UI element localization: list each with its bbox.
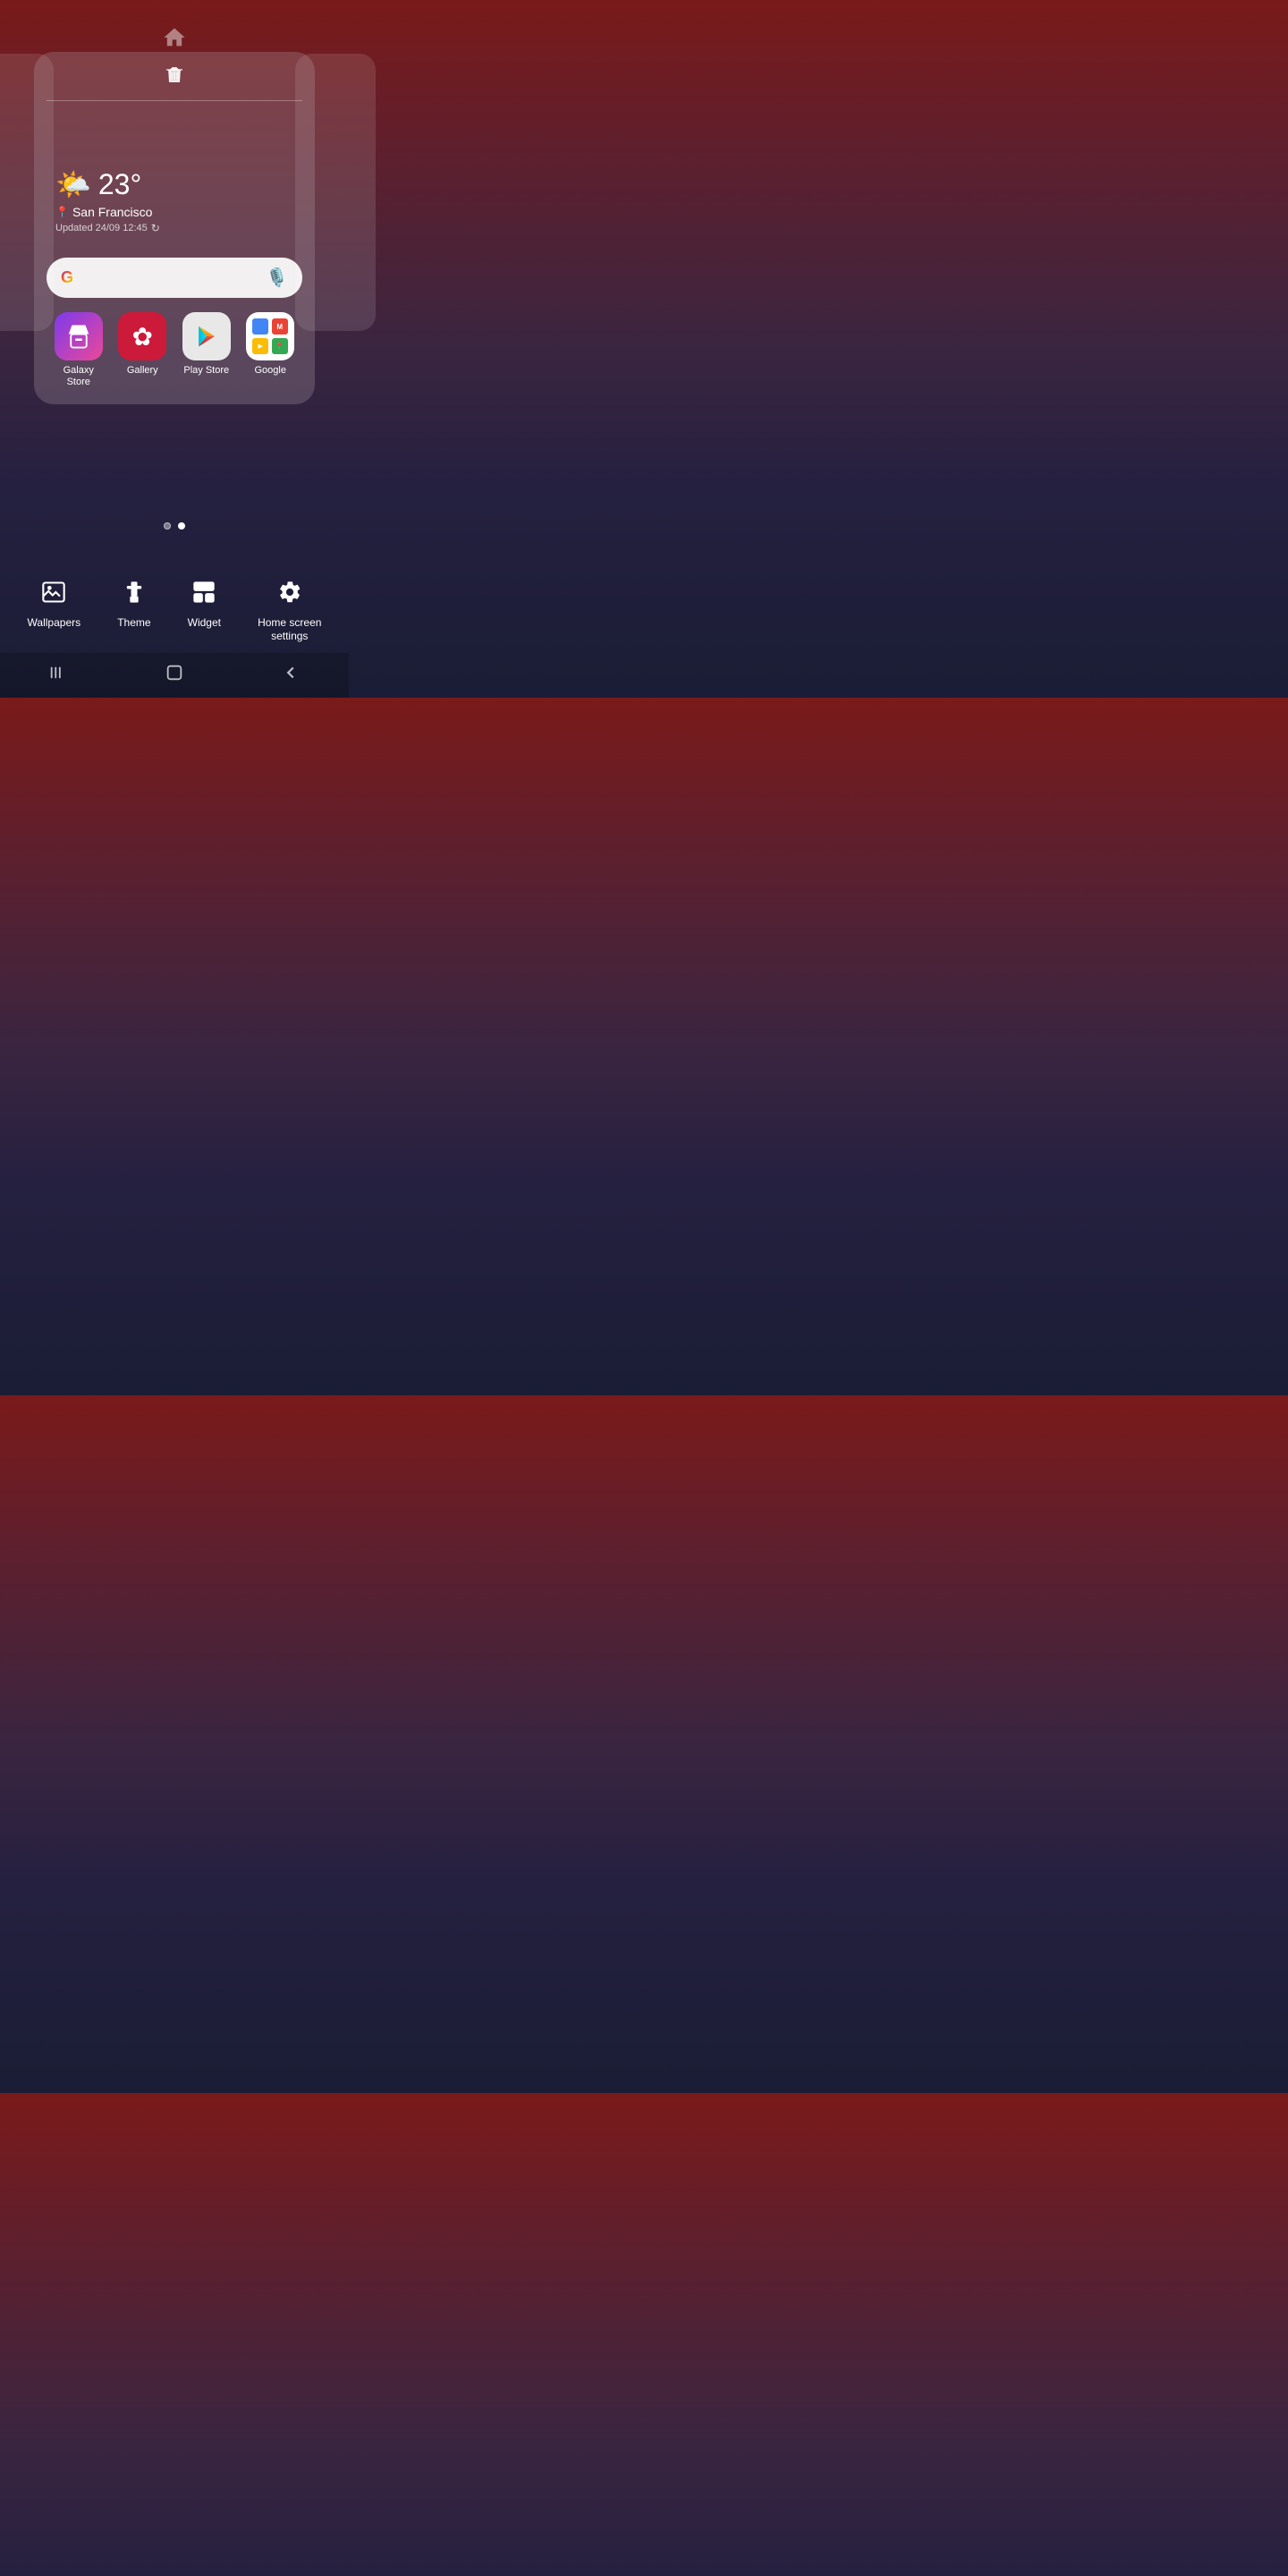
apps-row: GalaxyStore ✿ Gallery bbox=[47, 312, 302, 388]
updated-row: Updated 24/09 12:45 ↻ bbox=[55, 222, 293, 234]
nav-back-button[interactable] bbox=[281, 663, 301, 688]
menu-item-widget[interactable]: Widget bbox=[188, 580, 221, 644]
app-item-gallery[interactable]: ✿ Gallery bbox=[111, 312, 174, 377]
google-label: Google bbox=[255, 365, 286, 377]
home-screen-settings-label: Home screensettings bbox=[258, 616, 321, 644]
widget-label: Widget bbox=[188, 616, 221, 631]
menu-item-theme[interactable]: Theme bbox=[117, 580, 150, 644]
play-store-label: Play Store bbox=[183, 365, 229, 377]
nav-home-button[interactable] bbox=[165, 663, 184, 688]
trash-icon[interactable] bbox=[47, 64, 302, 91]
galaxy-store-icon bbox=[55, 312, 103, 360]
weather-icon: 🌤️ bbox=[55, 167, 91, 201]
gallery-icon: ✿ bbox=[118, 312, 166, 360]
updated-label: Updated 24/09 12:45 bbox=[55, 223, 148, 233]
menu-item-home-screen-settings[interactable]: Home screensettings bbox=[258, 580, 321, 644]
galaxy-store-label: GalaxyStore bbox=[64, 365, 94, 388]
nav-menu-button[interactable] bbox=[48, 663, 68, 688]
temperature: 23° bbox=[98, 168, 141, 201]
dot-2-active[interactable] bbox=[178, 522, 185, 530]
google-logo: G bbox=[61, 268, 73, 287]
gallery-label: Gallery bbox=[127, 365, 158, 377]
play-store-icon bbox=[182, 312, 231, 360]
mic-icon[interactable]: 🎙️ bbox=[266, 267, 288, 289]
home-screen-settings-icon bbox=[277, 580, 302, 611]
refresh-icon[interactable]: ↻ bbox=[151, 222, 160, 234]
bottom-menu: Wallpapers Theme Widget bbox=[0, 565, 349, 653]
theme-icon bbox=[122, 580, 147, 611]
menu-item-wallpapers[interactable]: Wallpapers bbox=[28, 580, 81, 644]
city-name: San Francisco bbox=[72, 205, 152, 219]
app-item-google[interactable]: M ▶ 📍 Google bbox=[239, 312, 301, 377]
divider bbox=[47, 100, 302, 101]
app-item-galaxy-store[interactable]: GalaxyStore bbox=[47, 312, 110, 388]
weather-row: 🌤️ 23° bbox=[55, 167, 293, 201]
wallpapers-icon bbox=[41, 580, 66, 611]
weather-area: 🌤️ 23° 📍 San Francisco Updated 24/09 12:… bbox=[47, 114, 302, 258]
app-item-play-store[interactable]: Play Store bbox=[175, 312, 238, 377]
page-dots bbox=[164, 522, 185, 530]
search-bar[interactable]: G 🎙️ bbox=[47, 258, 302, 298]
google-icon: M ▶ 📍 bbox=[246, 312, 294, 360]
main-card: 🌤️ 23° 📍 San Francisco Updated 24/09 12:… bbox=[34, 52, 315, 404]
location-row: 📍 San Francisco bbox=[55, 205, 293, 219]
theme-label: Theme bbox=[117, 616, 150, 631]
location-pin-icon: 📍 bbox=[55, 206, 69, 218]
widget-icon bbox=[191, 580, 216, 611]
dot-1[interactable] bbox=[164, 522, 171, 530]
nav-bar bbox=[0, 653, 349, 698]
wallpapers-label: Wallpapers bbox=[28, 616, 81, 631]
